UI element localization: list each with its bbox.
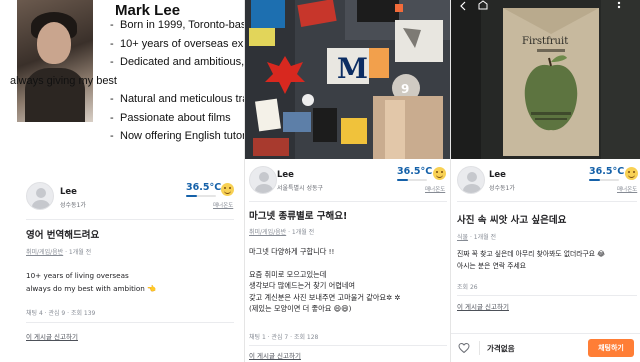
post-category[interactable]: 취미/게임/음반 <box>26 249 63 256</box>
chat-button[interactable]: 채팅하기 <box>588 339 634 357</box>
seller-profile[interactable]: Lee 서울특별시 성동구 36.5°C 매너온도 <box>245 166 450 198</box>
manner-temperature-bar <box>186 195 216 197</box>
report-post-link[interactable]: 이 게시글 신고하기 <box>26 331 78 341</box>
smile-face-icon <box>433 167 446 180</box>
divider <box>479 341 480 355</box>
heart-icon[interactable] <box>458 342 470 354</box>
seller-nickname: Lee <box>277 170 294 180</box>
post-body-line: 아시는 분은 연락 주세요 <box>457 261 527 270</box>
seller-profile[interactable]: Lee 성수동1가 36.5°C 매너온도 <box>0 182 244 214</box>
post-body-line: 마그넷 다양하게 구합니다 !! <box>249 247 335 256</box>
resume-bullet: Passionate about films <box>110 109 244 128</box>
resume-bullet: Natural and meticulous tra <box>110 90 244 109</box>
packet-title: Firstfruit <box>522 36 568 47</box>
resume-bullet: 10+ years of overseas expe <box>110 35 244 54</box>
divider <box>26 219 234 220</box>
post-panel-translation: Mark Lee Born in 1999, Toronto-bas 10+ y… <box>0 0 244 362</box>
post-meta: 취미/게임/음반 · 1개월 전 <box>26 249 92 256</box>
avatar[interactable] <box>457 166 485 194</box>
post-meta: 취미/게임/음반 · 1개월 전 <box>249 229 315 236</box>
manner-temperature-label[interactable]: 매너온도 <box>213 201 233 209</box>
manner-temperature-bar <box>589 179 619 181</box>
post-image[interactable]: M 9 <box>245 0 450 159</box>
seed-packet-image: Firstfruit <box>451 0 640 159</box>
avatar[interactable] <box>249 166 277 194</box>
post-stats: 조회 26 <box>457 284 478 291</box>
resume-bullets: Born in 1999, Toronto-bas 10+ years of o… <box>10 16 244 146</box>
post-body-line: (제있는 모양이면 더 좋아요 😄😄) <box>249 304 352 314</box>
post-title: 사진 속 씨앗 사고 싶은데요 <box>457 215 567 226</box>
post-body: 10+ years of living overseas always do m… <box>26 270 156 295</box>
smile-face-icon <box>221 183 234 196</box>
post-panel-magnet: M 9 Lee 서울특별시 성동구 36.5°C 매너온도 마그넷 종류별로 구… <box>244 0 450 362</box>
manner-temperature: 36.5°C <box>186 182 222 193</box>
manner-temperature-label[interactable]: 매너온도 <box>617 185 637 193</box>
divider <box>26 322 234 323</box>
seller-region: 성수동1가 <box>60 202 86 209</box>
resume-bullet: Born in 1999, Toronto-bas <box>110 16 244 35</box>
avatar[interactable] <box>26 182 54 210</box>
bottom-action-bar: 가격없음 채팅하기 <box>451 333 640 362</box>
report-post-link[interactable]: 이 게시글 신고하기 <box>249 350 301 360</box>
post-body-line: 진짜 꼭 찾고 싶은데 아무리 찾아봐도 없더라구요 😂 <box>457 250 606 258</box>
post-time: 1개월 전 <box>473 234 497 241</box>
seller-region: 서울특별시 성동구 <box>277 185 324 192</box>
post-title: 영어 번역해드려요 <box>26 230 100 241</box>
divider <box>457 295 637 296</box>
resume-bullet: Now offering English tutori <box>110 127 244 146</box>
manner-temperature-label[interactable]: 매너온도 <box>425 185 445 193</box>
post-meta: 식물 · 1개월 전 <box>457 234 497 241</box>
post-body-line <box>249 257 400 268</box>
report-post-link[interactable]: 이 게시글 신고하기 <box>457 301 509 311</box>
magnet-collage-image: M 9 <box>245 0 450 159</box>
seller-nickname: Lee <box>489 170 506 180</box>
divider <box>249 201 447 202</box>
seller-region: 성수동1가 <box>489 185 515 192</box>
magnet-number: 9 <box>401 82 409 96</box>
manner-temperature: 36.5°C <box>589 166 625 177</box>
manner-temperature: 36.5°C <box>397 166 433 177</box>
smile-face-icon <box>625 167 638 180</box>
magnet-m-letter: M <box>337 52 368 85</box>
seller-nickname: Lee <box>60 187 77 197</box>
post-body-line: 생각보다 많에드는거 찾기 어렵네여 <box>249 281 356 291</box>
post-image[interactable]: Firstfruit <box>451 0 640 159</box>
post-body-line: 요즘 취미로 모으고있는데 <box>249 269 327 279</box>
post-time: 1개월 전 <box>291 229 315 236</box>
profile-photo <box>17 0 93 122</box>
post-panel-seed: Firstfruit Lee 성수동1가 36.5°C 매너온도 사진 속 씨앗… <box>450 0 640 362</box>
post-stats: 채팅 4 · 관심 9 · 조회 139 <box>26 310 96 317</box>
post-title: 마그넷 종류별로 구해요! <box>249 211 348 222</box>
divider <box>249 345 447 346</box>
post-body: 진짜 꼭 찾고 싶은데 아무리 찾아봐도 없더라구요 😂 아시는 분은 연락 주… <box>457 249 605 272</box>
manner-temperature-bar <box>397 179 427 181</box>
post-body: 마그넷 다양하게 구합니다 !! 요즘 취미로 모으고있는데 생각보다 많에드는… <box>249 246 400 314</box>
post-category[interactable]: 취미/게임/음반 <box>249 229 286 236</box>
post-image[interactable]: Mark Lee Born in 1999, Toronto-bas 10+ y… <box>0 0 244 170</box>
post-body-line: 갖고 계신분은 사진 보내주면 고마울거 같아요✲ ✲ <box>249 292 401 302</box>
post-category[interactable]: 식물 <box>457 234 468 241</box>
price-label: 가격없음 <box>487 344 515 353</box>
divider <box>457 201 637 202</box>
post-body-line: 10+ years of living overseas <box>26 271 129 280</box>
seller-profile[interactable]: Lee 성수동1가 36.5°C 매너온도 <box>451 166 640 198</box>
post-time: 1개월 전 <box>68 249 92 256</box>
resume-bullet: Dedicated and ambitious, <box>110 53 244 72</box>
post-stats: 채팅 1 · 관심 7 · 조회 128 <box>249 334 319 341</box>
post-body-line: always do my best with ambition 👈 <box>26 283 157 293</box>
resume-bullet-continuation: always giving my best <box>10 74 117 87</box>
